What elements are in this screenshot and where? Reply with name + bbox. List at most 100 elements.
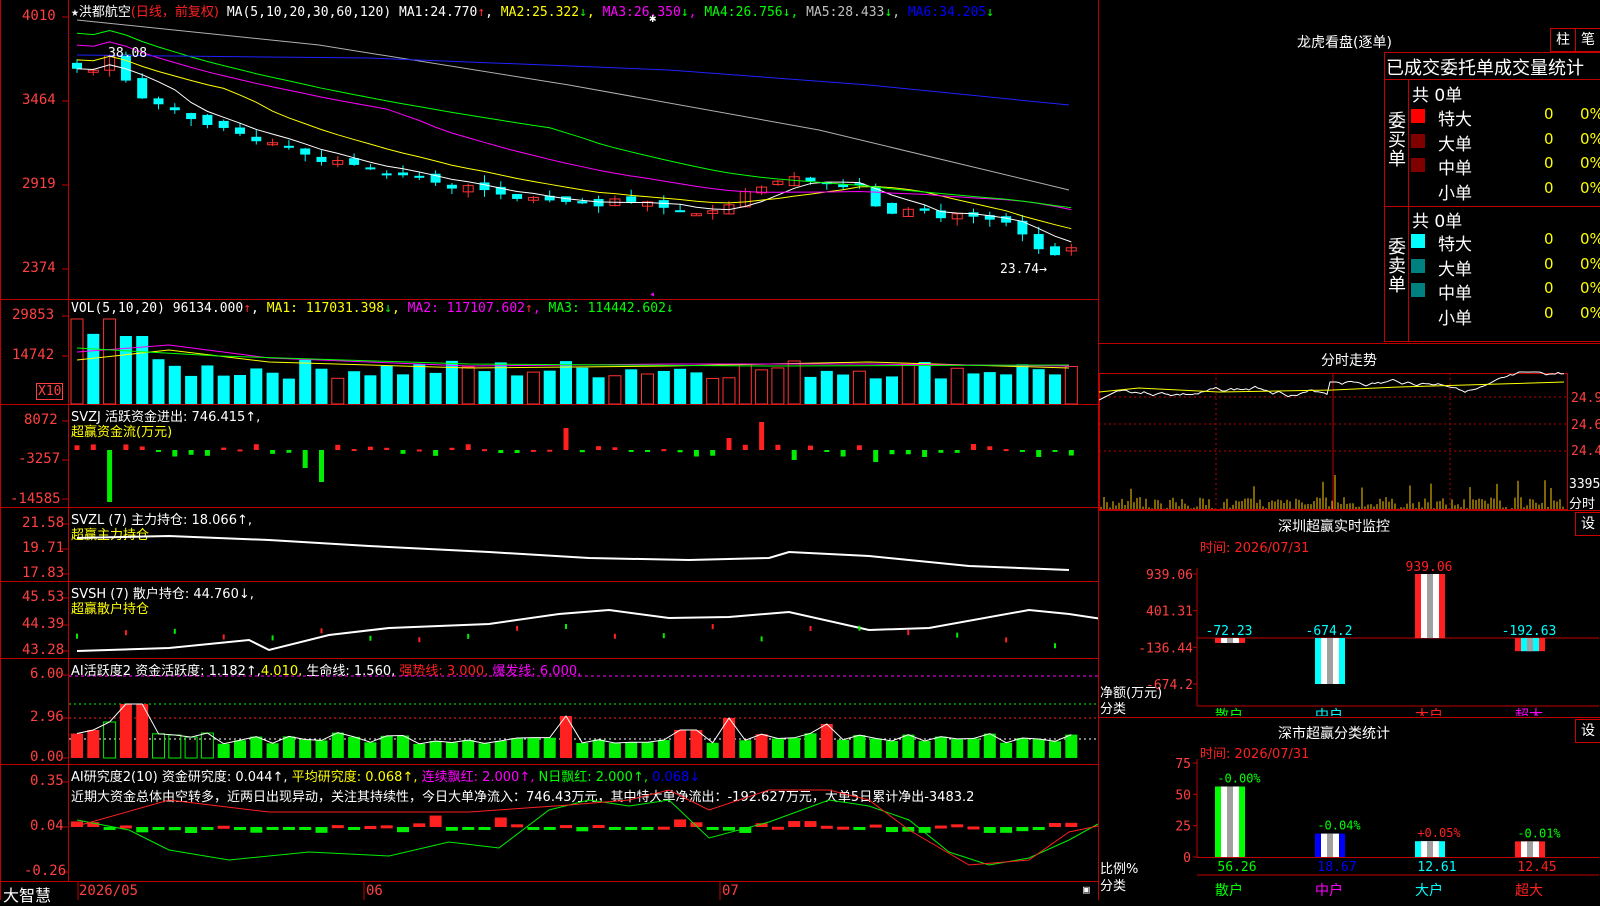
stats-change-label: -0.04% (1317, 819, 1361, 833)
research-bar (544, 827, 556, 830)
holding-tick (321, 628, 323, 633)
holding-tick (125, 630, 127, 635)
flow-bar (482, 449, 487, 451)
intraday-avg-line (1099, 382, 1564, 392)
legend-swatch (1411, 283, 1425, 297)
candlestick-chart[interactable]: ✱◂ (69, 0, 1098, 882)
volume-axis-label: 29853 (12, 307, 54, 323)
main-holding-line (77, 536, 1069, 570)
research-bar (805, 821, 817, 827)
row-count: 0 (1544, 154, 1554, 172)
svzj-axis-label: -14585 (10, 491, 61, 507)
activity-bar (902, 735, 914, 758)
stats-bar-fill (1527, 841, 1533, 857)
row-count: 0 (1544, 230, 1554, 248)
ma-line (77, 56, 1071, 228)
volume-bar-down (870, 378, 882, 404)
research-bar (935, 826, 947, 829)
candle-down (414, 176, 424, 178)
row-label: 特大 (1438, 230, 1472, 255)
holding-tick (1054, 643, 1056, 648)
flow-bar (531, 450, 536, 452)
flow-bar (254, 444, 259, 450)
activity-bar (462, 740, 474, 758)
flow-bar (352, 449, 357, 451)
monitor-category-label: 散户 (1215, 707, 1243, 716)
research-bar (462, 827, 474, 830)
volume-bar-down (169, 366, 181, 404)
volume-bar-down (397, 374, 409, 404)
candle-down (626, 196, 636, 202)
holding-tick (858, 626, 860, 631)
research-bar (283, 827, 295, 830)
research-bar (185, 827, 197, 833)
volume-bar-down (625, 369, 637, 404)
lock-icon[interactable]: ▣ (1083, 883, 1090, 896)
candle-down (675, 210, 685, 212)
ma-line (77, 55, 1069, 105)
row-label: 大单 (1438, 255, 1472, 280)
svsh-axis-label: 45.53 (22, 589, 64, 605)
activity-bar (364, 742, 376, 758)
flow-bar (205, 450, 210, 456)
activity-bar (593, 740, 605, 758)
activity-bar (870, 738, 882, 758)
holding-tick (565, 624, 567, 629)
research-bar (642, 827, 654, 830)
volume-unit-badge: X10 (36, 383, 63, 400)
research-bar (511, 824, 523, 827)
holding-tick (614, 634, 616, 639)
flow-bar (890, 450, 895, 454)
flow-bar (189, 450, 194, 455)
activity-bar (853, 735, 865, 758)
holding-tick (272, 635, 274, 640)
volume-bar-up (853, 371, 865, 404)
volume-bar-down (364, 375, 376, 404)
sz-monitor-settings-button[interactable]: 设 (1575, 512, 1600, 536)
activity-bar (527, 738, 539, 758)
candle-down (219, 121, 229, 128)
svzj-axis-label: 8072 (24, 412, 58, 428)
research-bar (821, 826, 833, 829)
flow-bar (678, 450, 683, 452)
activity-bar (625, 742, 637, 758)
activity-bar (397, 736, 409, 758)
research-bar (71, 821, 83, 827)
activity-bar (674, 730, 686, 758)
volume-bar-up (739, 364, 751, 404)
research-bar (886, 827, 898, 832)
volume-bar-up (772, 368, 784, 404)
flow-bar (286, 450, 291, 453)
stats-change-label: -0.01% (1517, 826, 1561, 840)
candle-down (170, 107, 180, 110)
research-bar (364, 826, 376, 829)
activity-bar (267, 743, 279, 758)
buy-row: 小单 0 0% (1410, 179, 1600, 201)
row-label: 小单 (1438, 179, 1472, 204)
research-bar (609, 827, 621, 830)
sz-stats-settings-button[interactable]: 设 (1575, 719, 1600, 743)
intraday-chart[interactable] (1099, 370, 1569, 510)
row-pct: 0% (1580, 130, 1600, 148)
holding-tick (369, 636, 371, 641)
candle-down (1050, 246, 1060, 255)
stats-value-label: 18.67 (1317, 860, 1356, 875)
buy-row: 特大00% (1410, 105, 1600, 127)
row-count: 0 (1544, 179, 1554, 197)
ma-line (77, 65, 1071, 242)
flow-bar (938, 450, 943, 453)
activity-bar (919, 741, 931, 758)
pen-mode-button[interactable]: 笔 (1575, 28, 1600, 52)
volume-bar-down (413, 364, 425, 404)
activity-bar (984, 734, 996, 758)
research-bar (674, 819, 686, 827)
holding-tick (761, 636, 763, 641)
bar-mode-button[interactable]: 柱 (1550, 28, 1576, 52)
monitor-data-label: -674.2 (1306, 624, 1353, 639)
flow-bar (661, 449, 666, 451)
row-label: 特大 (1438, 105, 1472, 130)
ai-active-axis-label: 2.96 (30, 709, 64, 725)
svzj-axis-label: -3257 (18, 451, 60, 467)
row-pct: 0% (1580, 179, 1600, 197)
volume-bar-down (935, 378, 947, 404)
